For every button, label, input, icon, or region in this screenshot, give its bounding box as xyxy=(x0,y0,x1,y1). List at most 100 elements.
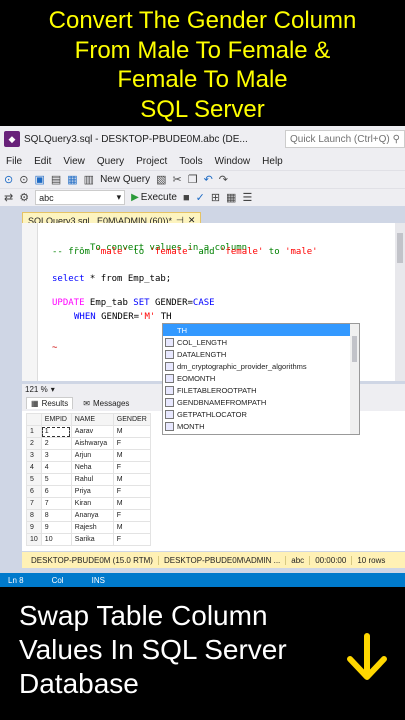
execute-label: Execute xyxy=(140,192,177,203)
ac-item-gendbnamefrompath[interactable]: GENDBNAMEFROMPATH xyxy=(163,396,359,408)
table-row[interactable]: 2 2 Aishwarya F xyxy=(26,437,151,450)
ac-item-th[interactable]: TH xyxy=(163,324,359,336)
ac-item-filetablerootpath[interactable]: FILETABLEROOTPATH xyxy=(163,384,359,396)
db-query-icon[interactable]: ▧ xyxy=(156,173,166,186)
database-select[interactable]: abc ▾ xyxy=(35,190,126,205)
function-icon xyxy=(165,361,174,371)
cell-name[interactable]: Kiran xyxy=(70,497,114,510)
tab-results[interactable]: ▦ Results xyxy=(26,397,74,409)
menu-view[interactable]: View xyxy=(57,156,91,167)
table-row[interactable]: 7 7 Kiran M xyxy=(26,497,151,510)
change-connection-icon[interactable]: ⚙ xyxy=(19,191,29,204)
cell-empid[interactable]: 2 xyxy=(40,437,72,450)
new-item-icon[interactable]: ▣ xyxy=(34,173,44,186)
cell-empid[interactable]: 5 xyxy=(40,473,72,486)
intellisense-scrollbar[interactable] xyxy=(350,324,359,434)
editor-scrollbar-thumb[interactable] xyxy=(397,233,403,263)
cell-name[interactable]: Rajesh xyxy=(70,521,114,534)
ac-item-dm-crypto[interactable]: dm_cryptographic_provider_algorithms xyxy=(163,360,359,372)
execute-button[interactable]: ▶ Execute xyxy=(131,192,177,203)
cell-gender[interactable]: F xyxy=(112,461,151,474)
menu-edit[interactable]: Edit xyxy=(28,156,57,167)
cell-gender[interactable]: M xyxy=(112,521,151,534)
ac-item-month[interactable]: MONTH xyxy=(163,420,359,432)
cell-empid[interactable]: 3 xyxy=(40,449,72,462)
cell-name[interactable]: Aarav xyxy=(70,425,114,438)
menu-window[interactable]: Window xyxy=(209,156,257,167)
table-row[interactable]: 5 5 Rahul M xyxy=(26,473,151,486)
quick-launch-input[interactable]: Quick Launch (Ctrl+Q) ⚲ xyxy=(285,130,405,148)
execute-play-icon: ▶ xyxy=(131,192,139,203)
cell-name[interactable]: Priya xyxy=(70,485,114,498)
ac-item-datalength[interactable]: DATALENGTH xyxy=(163,348,359,360)
intellisense-list[interactable]: TH COL_LENGTH DATALENGTH dm_cryptographi… xyxy=(162,323,360,435)
comment-icon[interactable]: ☰ xyxy=(242,191,252,204)
tab-results-label: Results xyxy=(41,399,69,408)
redo-icon[interactable]: ↷ xyxy=(219,173,228,186)
table-row[interactable]: 4 4 Neha F xyxy=(26,461,151,474)
ac-item-col-length[interactable]: COL_LENGTH xyxy=(163,336,359,348)
row-number: 3 xyxy=(26,449,42,462)
cell-name[interactable]: Arjun xyxy=(70,449,114,462)
column-header-gender[interactable]: GENDER xyxy=(112,413,151,426)
top-caption-line-3: Female To Male xyxy=(117,66,288,93)
results-to-grid-icon[interactable]: ▦ xyxy=(226,191,236,204)
intellisense-scrollbar-thumb[interactable] xyxy=(352,336,357,362)
results-grid[interactable]: EMPID NAME GENDER 1 1 Aarav M 2 2 Aishwarya F … xyxy=(26,413,151,546)
cell-gender[interactable]: F xyxy=(112,437,151,450)
cell-gender[interactable]: M xyxy=(112,473,151,486)
cell-gender[interactable]: M xyxy=(112,449,151,462)
menu-tools[interactable]: Tools xyxy=(173,156,208,167)
cell-name[interactable]: Neha xyxy=(70,461,114,474)
cell-empid[interactable]: 1 xyxy=(40,425,72,438)
cut-icon[interactable]: ✂ xyxy=(172,173,181,186)
ac-item-eomonth[interactable]: EOMONTH xyxy=(163,372,359,384)
tab-messages[interactable]: ✉ Messages xyxy=(79,398,133,409)
undo-icon[interactable]: ↶ xyxy=(204,173,213,186)
open-file-icon[interactable]: ▤ xyxy=(51,173,61,186)
table-row[interactable]: 9 9 Rajesh M xyxy=(26,521,151,534)
table-row[interactable]: 3 3 Arjun M xyxy=(26,449,151,462)
cell-empid[interactable]: 8 xyxy=(40,509,72,522)
connect-icon[interactable]: ⇄ xyxy=(4,191,13,204)
editor-scrollbar[interactable] xyxy=(395,223,405,381)
menu-query[interactable]: Query xyxy=(91,156,130,167)
menu-help[interactable]: Help xyxy=(256,156,289,167)
copy-icon[interactable]: ❐ xyxy=(188,173,198,186)
top-caption-line-2: From Male To Female & xyxy=(74,36,331,64)
table-row[interactable]: 10 10 Sarika F xyxy=(26,533,151,546)
back-icon[interactable]: ⊙ xyxy=(4,173,13,186)
column-header-name[interactable]: NAME xyxy=(70,413,114,426)
table-row[interactable]: 6 6 Priya F xyxy=(26,485,151,498)
cell-name[interactable]: Ananya xyxy=(70,509,114,522)
cell-empid[interactable]: 9 xyxy=(40,521,72,534)
cell-empid[interactable]: 6 xyxy=(40,485,72,498)
ac-item-label: DATALENGTH xyxy=(177,349,227,359)
cell-gender[interactable]: M xyxy=(112,497,151,510)
cell-gender[interactable]: F xyxy=(112,485,151,498)
row-number: 4 xyxy=(26,461,42,474)
display-plan-icon[interactable]: ⊞ xyxy=(211,191,220,204)
cell-name[interactable]: Sarika xyxy=(70,533,114,546)
table-row[interactable]: 1 1 Aarav M xyxy=(26,425,151,438)
cell-name[interactable]: Rahul xyxy=(70,473,114,486)
column-header-empid[interactable]: EMPID xyxy=(40,413,72,426)
table-row[interactable]: 8 8 Ananya F xyxy=(26,509,151,522)
cell-gender[interactable]: M xyxy=(112,425,151,438)
cell-empid[interactable]: 4 xyxy=(40,461,72,474)
new-query-button[interactable]: New Query xyxy=(100,174,150,185)
cell-empid[interactable]: 7 xyxy=(40,497,72,510)
cell-empid[interactable]: 10 xyxy=(40,533,72,546)
cell-gender[interactable]: F xyxy=(112,509,151,522)
menu-file[interactable]: File xyxy=(0,156,28,167)
ac-item-getpathlocator[interactable]: GETPATHLOCATOR xyxy=(163,408,359,420)
chevron-down-icon[interactable]: ▾ xyxy=(51,385,55,394)
stop-icon[interactable]: ■ xyxy=(183,192,190,204)
cell-gender[interactable]: F xyxy=(112,533,151,546)
cell-name[interactable]: Aishwarya xyxy=(70,437,114,450)
forward-icon[interactable]: ⊙ xyxy=(19,173,28,186)
menu-project[interactable]: Project xyxy=(130,156,173,167)
save-icon[interactable]: ▦ xyxy=(67,173,77,186)
zoom-level[interactable]: 121 % xyxy=(25,385,48,394)
parse-icon[interactable]: ✓ xyxy=(196,191,205,204)
